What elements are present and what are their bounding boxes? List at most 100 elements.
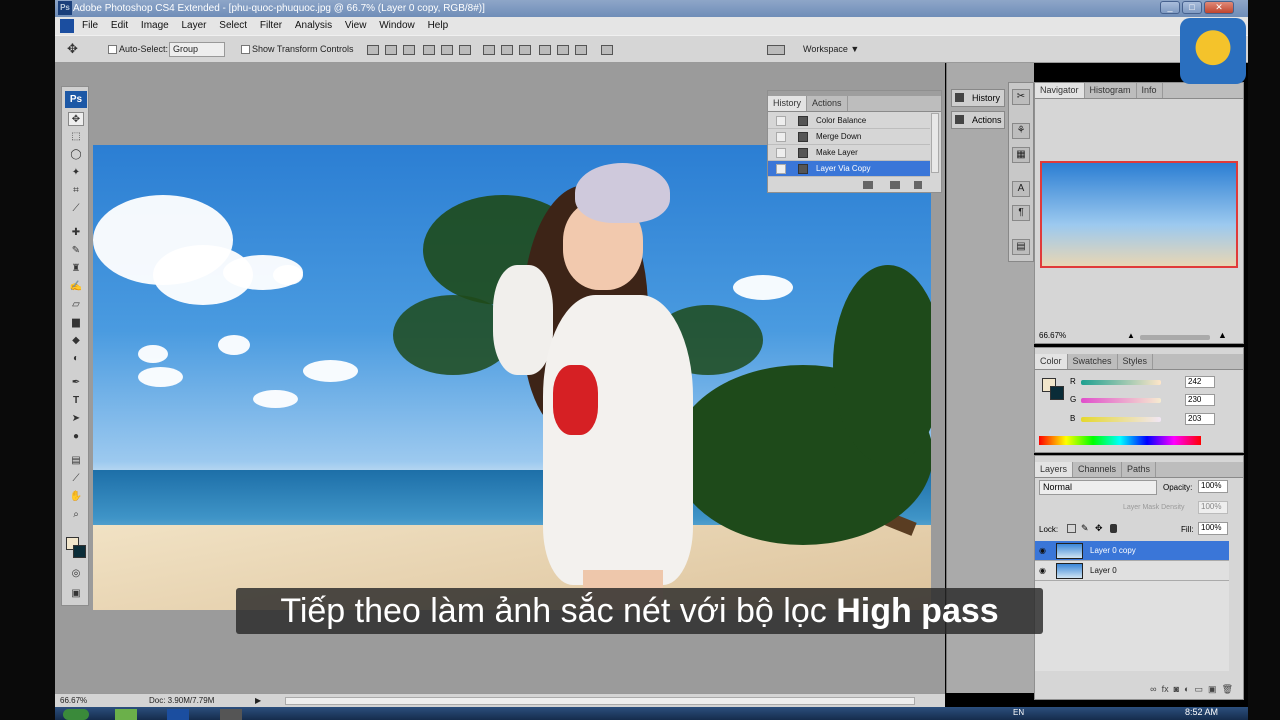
distribute-right-icon[interactable]	[575, 45, 587, 55]
menu-edit[interactable]: Edit	[106, 17, 133, 31]
tab-history[interactable]: History	[768, 96, 808, 111]
quick-mask-icon[interactable]: ◎	[68, 567, 84, 581]
eyedropper-tool-icon[interactable]: ⟋	[68, 202, 84, 216]
notes-tool-icon[interactable]: ▤	[68, 454, 84, 468]
horizontal-scrollbar[interactable]	[285, 697, 915, 705]
zoom-tool-icon[interactable]: ⌕	[68, 508, 84, 522]
move-tool-icon[interactable]: ✥	[67, 41, 78, 57]
maximize-button[interactable]: □	[1182, 1, 1202, 14]
pen-tool-icon[interactable]: ✒	[68, 376, 84, 390]
menu-window[interactable]: Window	[374, 17, 420, 31]
history-state[interactable]: Layer Via Copy	[768, 161, 930, 177]
align-left-icon[interactable]	[423, 45, 435, 55]
color-background-swatch[interactable]	[1050, 386, 1064, 400]
green-slider[interactable]	[1081, 398, 1161, 403]
workspace-button[interactable]: Workspace ▼	[803, 44, 859, 54]
lasso-tool-icon[interactable]: ◯	[68, 148, 84, 162]
tab-styles[interactable]: Styles	[1118, 354, 1154, 369]
layer-name[interactable]: Layer 0	[1090, 561, 1117, 581]
blur-tool-icon[interactable]: ◆	[68, 334, 84, 348]
auto-align-icon[interactable]	[601, 45, 613, 55]
clone-source-icon[interactable]: ▦	[1012, 147, 1030, 163]
fill-input[interactable]: 100%	[1198, 522, 1228, 535]
tab-paths[interactable]: Paths	[1122, 462, 1157, 477]
distribute-left-icon[interactable]	[539, 45, 551, 55]
character-icon[interactable]: A	[1012, 181, 1030, 197]
trash-icon[interactable]	[914, 181, 922, 189]
paragraph-icon[interactable]: ¶	[1012, 205, 1030, 221]
type-tool-icon[interactable]: T	[68, 394, 84, 408]
menu-layer[interactable]: Layer	[177, 17, 212, 31]
tab-swatches[interactable]: Swatches	[1068, 354, 1118, 369]
lock-all-icon[interactable]	[1110, 524, 1117, 533]
navigator-preview[interactable]	[1040, 161, 1238, 268]
tool-presets-icon[interactable]: ✂	[1012, 89, 1030, 105]
lock-position-icon[interactable]: ✥	[1095, 523, 1103, 534]
taskbar-app-icon[interactable]	[115, 709, 137, 720]
visibility-eye-icon[interactable]: ◉	[1039, 546, 1049, 556]
new-group-icon[interactable]: ▭	[1195, 684, 1204, 694]
crop-tool-icon[interactable]: ⌗	[68, 184, 84, 198]
status-doc-size[interactable]: Doc: 3.90M/7.79M	[149, 696, 214, 705]
menu-view[interactable]: View	[340, 17, 372, 31]
align-bottom-icon[interactable]	[403, 45, 415, 55]
screen-mode-icon[interactable]: ▣	[68, 587, 84, 601]
tab-channels[interactable]: Channels	[1073, 462, 1123, 477]
history-scrollbar[interactable]	[931, 113, 939, 173]
link-layers-icon[interactable]: ∞	[1150, 684, 1156, 694]
blend-mode-dropdown[interactable]: Normal	[1039, 480, 1157, 495]
auto-select-checkbox[interactable]	[108, 45, 117, 54]
close-button[interactable]: ✕	[1204, 1, 1234, 14]
healing-brush-icon[interactable]: ✚	[68, 226, 84, 240]
dodge-tool-icon[interactable]: ◐	[68, 352, 84, 366]
align-vcenter-icon[interactable]	[385, 45, 397, 55]
minimize-button[interactable]: _	[1160, 1, 1180, 14]
move-tool-icon[interactable]: ✥	[68, 112, 84, 126]
red-value[interactable]: 242	[1185, 376, 1215, 388]
shape-tool-icon[interactable]: ●	[68, 430, 84, 444]
opacity-input[interactable]: 100%	[1198, 480, 1228, 493]
document-canvas[interactable]	[93, 145, 931, 610]
menu-file[interactable]: File	[77, 17, 103, 31]
brushes-icon[interactable]: ⚘	[1012, 123, 1030, 139]
magic-wand-icon[interactable]: ✦	[68, 166, 84, 180]
layer-row[interactable]: ◉ Layer 0	[1035, 561, 1229, 581]
adjustment-layer-icon[interactable]: ◐	[1184, 684, 1189, 694]
green-value[interactable]: 230	[1185, 394, 1215, 406]
distribute-hcenter-icon[interactable]	[557, 45, 569, 55]
tab-histogram[interactable]: Histogram	[1085, 83, 1137, 98]
zoom-out-icon[interactable]: ▲	[1127, 331, 1135, 340]
layer-name[interactable]: Layer 0 copy	[1090, 541, 1136, 561]
tab-layers[interactable]: Layers	[1035, 462, 1074, 477]
menu-image[interactable]: Image	[136, 17, 174, 31]
menu-analysis[interactable]: Analysis	[290, 17, 337, 31]
taskbar-app-icon[interactable]	[220, 709, 242, 720]
eraser-tool-icon[interactable]: ▱	[68, 298, 84, 312]
zoom-in-icon[interactable]: ▲	[1218, 330, 1227, 340]
distribute-top-icon[interactable]	[483, 45, 495, 55]
history-state[interactable]: Make Layer	[768, 145, 930, 161]
tab-actions[interactable]: Actions	[807, 96, 848, 111]
history-source-checkbox[interactable]	[776, 116, 786, 126]
status-arrow-icon[interactable]: ▶	[255, 696, 261, 705]
auto-select-dropdown[interactable]: Group	[169, 42, 225, 57]
align-right-icon[interactable]	[459, 45, 471, 55]
history-state[interactable]: Merge Down	[768, 129, 930, 145]
new-snapshot-icon[interactable]	[890, 181, 900, 189]
color-spectrum-ramp[interactable]	[1039, 436, 1201, 445]
start-button[interactable]	[63, 709, 89, 720]
visibility-eye-icon[interactable]: ◉	[1039, 566, 1049, 576]
tab-navigator[interactable]: Navigator	[1035, 83, 1085, 98]
tab-color[interactable]: Color	[1035, 354, 1068, 369]
navigator-zoom[interactable]: 66.67%	[1039, 331, 1066, 340]
blue-slider[interactable]	[1081, 417, 1161, 422]
new-document-icon[interactable]	[863, 181, 873, 189]
zoom-slider[interactable]	[1140, 335, 1210, 340]
distribute-vcenter-icon[interactable]	[501, 45, 513, 55]
history-source-checkbox[interactable]	[776, 164, 786, 174]
add-mask-icon[interactable]: ◙	[1174, 684, 1179, 694]
bridge-icon[interactable]	[767, 45, 785, 55]
clock[interactable]: 8:52 AM	[1185, 707, 1218, 717]
red-slider[interactable]	[1081, 380, 1161, 385]
marquee-tool-icon[interactable]: ⬚	[68, 130, 84, 144]
